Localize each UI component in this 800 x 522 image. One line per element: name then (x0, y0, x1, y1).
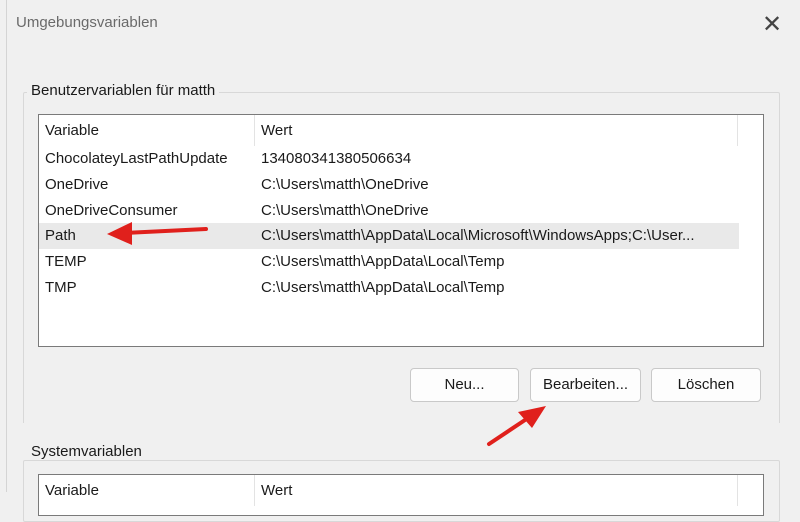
annotation-arrows (107, 222, 546, 446)
environment-variables-dialog: Umgebungsvariablen ✕ Benutzervariablen f… (0, 0, 800, 522)
arrow-to-edit-icon (487, 406, 546, 446)
arrow-to-path-icon (107, 222, 208, 245)
